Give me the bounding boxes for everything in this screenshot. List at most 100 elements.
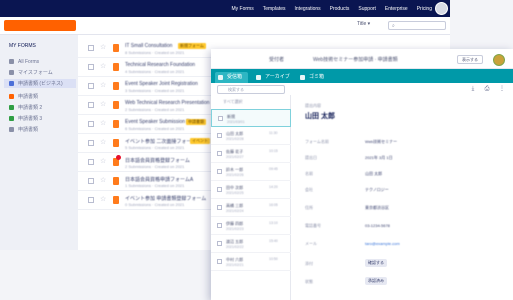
item-checkbox[interactable]: [217, 241, 222, 246]
tab-inbox[interactable]: 受信箱: [215, 72, 249, 83]
row-checkbox[interactable]: [88, 102, 94, 108]
item-checkbox[interactable]: [217, 151, 222, 156]
detail-name: 山田 太郎: [305, 113, 335, 120]
nav-pricing[interactable]: Pricing: [417, 6, 432, 12]
form-title[interactable]: Web Technical Research Presentation: [125, 100, 210, 106]
submission-item[interactable]: 中村 六郎 2021/02/21 10:50: [211, 253, 291, 271]
row-checkbox[interactable]: [88, 140, 94, 146]
tab-archive[interactable]: アーカイブ: [253, 72, 296, 83]
form-meta: 5 Submissions · Created on 2021: [125, 145, 185, 150]
nav-enterprise[interactable]: Enterprise: [385, 6, 408, 12]
submission-item-selected[interactable]: 新規 2021/03/01: [211, 109, 291, 127]
form-title[interactable]: イベント参加 申請書類登録フォーム: [125, 195, 206, 202]
row-checkbox[interactable]: [88, 121, 94, 127]
row-checkbox[interactable]: [88, 178, 94, 184]
submission-search-input[interactable]: 検索する: [217, 85, 285, 94]
form-title[interactable]: Technical Research Foundation: [125, 62, 195, 68]
nav-integrations[interactable]: Integrations: [295, 6, 321, 12]
star-icon[interactable]: ☆: [100, 176, 106, 184]
sidebar-item[interactable]: All Forms: [4, 57, 76, 66]
form-title[interactable]: IT Small Consultation: [125, 43, 172, 49]
submission-date: 2021/02/23: [226, 227, 244, 231]
trash-icon: [300, 75, 305, 80]
form-meta: 0 Submissions · Created on 2021: [125, 202, 185, 207]
submission-time: 13:10: [269, 221, 278, 225]
select-all-label[interactable]: すべて選択: [223, 99, 243, 105]
star-icon[interactable]: ☆: [100, 119, 106, 127]
status-button[interactable]: 承認済み: [365, 277, 387, 285]
nav-my-forms[interactable]: My Forms: [231, 6, 253, 12]
folder-icon: [9, 127, 14, 132]
panel-header: 受付者 Web技術セミナー参加申請 · 申請書類 表示する: [211, 49, 513, 69]
print-icon[interactable]: ⎙: [483, 85, 491, 93]
star-icon[interactable]: ☆: [100, 81, 106, 89]
more-icon[interactable]: ⋮: [498, 85, 506, 93]
submission-date: 2021/02/26: [226, 173, 244, 177]
row-checkbox[interactable]: [88, 197, 94, 203]
star-icon[interactable]: ☆: [100, 100, 106, 108]
submission-item[interactable]: 佐藤 花子 2021/02/27 10:15: [211, 145, 291, 163]
row-checkbox[interactable]: [88, 64, 94, 70]
submission-item[interactable]: 鈴木 一郎 2021/02/26 09:45: [211, 163, 291, 181]
tab-trash[interactable]: ゴミ箱: [297, 72, 330, 83]
submission-item[interactable]: 山田 太郎 2021/02/28 11:30: [211, 127, 291, 145]
panel-action-button[interactable]: 表示する: [457, 55, 483, 64]
form-title[interactable]: イベント参加 二次面接フォーム: [125, 138, 196, 145]
item-checkbox[interactable]: [217, 187, 222, 192]
sidebar-item-label: 申請書類: [18, 94, 39, 100]
submissions-panel: 受付者 Web技術セミナー参加申請 · 申請書類 表示する 受信箱 アーカイブ …: [211, 49, 513, 300]
sidebar-item[interactable]: 申請書類: [4, 92, 76, 101]
submission-item[interactable]: 伊藤 四郎 2021/02/23 13:10: [211, 217, 291, 235]
folder-icon: [9, 81, 14, 86]
submission-date: 2021/02/21: [226, 263, 244, 267]
download-icon[interactable]: ⤓: [469, 85, 477, 93]
form-meta: 2 Submissions · Created on 2021: [125, 107, 185, 112]
form-title[interactable]: Event Speaker Joint Registration: [125, 81, 198, 87]
user-avatar[interactable]: [435, 2, 448, 15]
inbox-icon: [218, 75, 223, 80]
sidebar-item-active[interactable]: 申請書類 (ビジネス): [4, 79, 76, 88]
submission-item[interactable]: 田中 次郎 2021/02/25 14:20: [211, 181, 291, 199]
star-icon[interactable]: ☆: [100, 157, 106, 165]
field-row: メール taro@example.com: [305, 241, 505, 251]
item-checkbox[interactable]: [217, 205, 222, 210]
star-icon[interactable]: ☆: [100, 43, 106, 51]
submission-date: 2021/02/25: [226, 191, 244, 195]
sidebar-item[interactable]: 申請書類: [4, 125, 76, 134]
sidebar-item-label: All Forms: [18, 58, 40, 65]
row-checkbox[interactable]: [88, 159, 94, 165]
sidebar-item-label: 申請書類: [18, 127, 39, 133]
row-checkbox[interactable]: [88, 83, 94, 89]
row-checkbox[interactable]: [88, 45, 94, 51]
form-title[interactable]: 日本語会員資格登録フォーム: [125, 157, 190, 164]
form-meta: 3 Submissions · Created on 2021: [125, 88, 185, 93]
item-checkbox[interactable]: [218, 116, 223, 121]
item-checkbox[interactable]: [217, 259, 222, 264]
star-icon[interactable]: ☆: [100, 195, 106, 203]
star-icon[interactable]: ☆: [100, 138, 106, 146]
nav-templates[interactable]: Templates: [263, 6, 286, 12]
folder-icon: [9, 59, 14, 64]
nav-products[interactable]: Products: [330, 6, 350, 12]
attachment-button[interactable]: 確認する: [365, 259, 387, 267]
field-label: 添付: [305, 261, 313, 266]
form-title[interactable]: 日本語会員資格申請フォームA: [125, 176, 193, 183]
search-input[interactable]: ⌕: [388, 21, 446, 30]
sort-dropdown[interactable]: Title ▾: [357, 21, 370, 27]
field-label: 電話番号: [305, 223, 321, 228]
item-checkbox[interactable]: [217, 133, 222, 138]
panel-avatar[interactable]: [493, 54, 505, 66]
create-form-button[interactable]: [4, 20, 76, 31]
sidebar-item[interactable]: 申請書類 3: [4, 114, 76, 123]
form-meta: 8 Submissions · Created on 2021: [125, 50, 185, 55]
field-row: 状態 承認済み: [305, 277, 505, 289]
item-checkbox[interactable]: [217, 169, 222, 174]
nav-support[interactable]: Support: [358, 6, 376, 12]
sidebar-item[interactable]: 申請書類 2: [4, 103, 76, 112]
sidebar-item[interactable]: マイスフォーム: [4, 68, 76, 77]
submission-item[interactable]: 高橋 三郎 2021/02/24 16:05: [211, 199, 291, 217]
star-icon[interactable]: ☆: [100, 62, 106, 70]
submission-item[interactable]: 渡辺 五郎 2021/02/22 15:40: [211, 235, 291, 253]
item-checkbox[interactable]: [217, 223, 222, 228]
email-link[interactable]: taro@example.com: [365, 241, 400, 246]
